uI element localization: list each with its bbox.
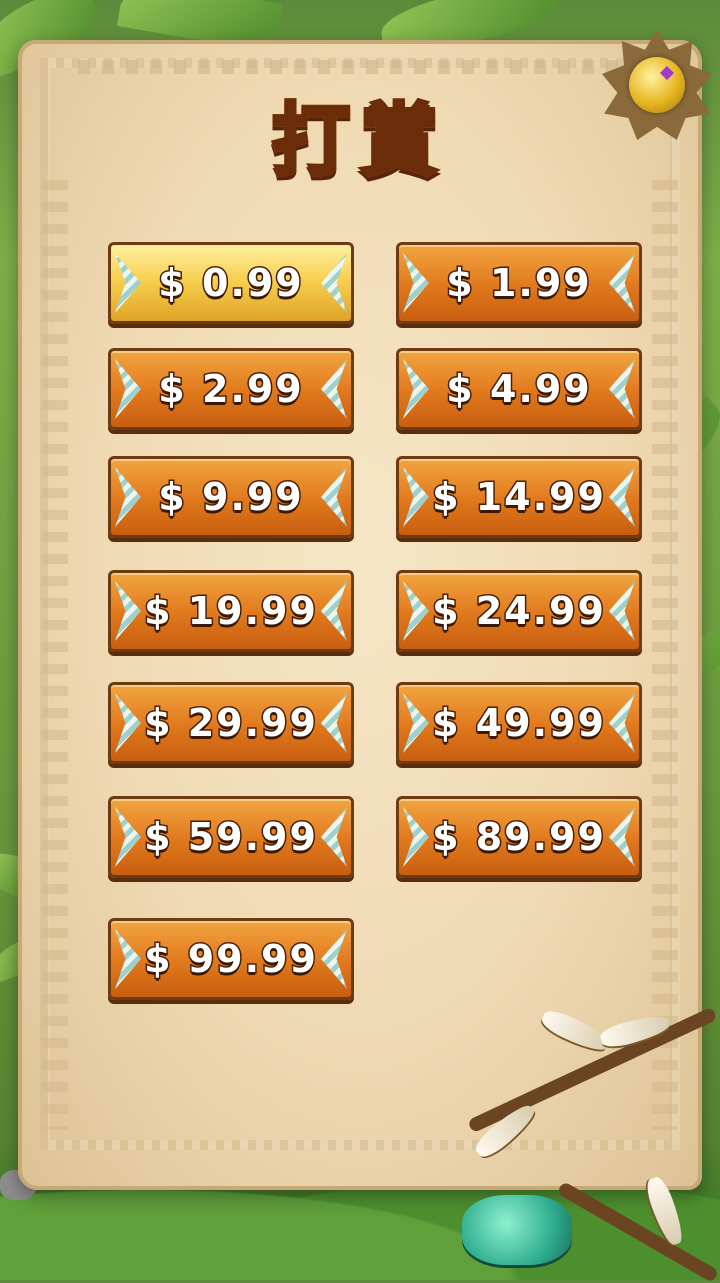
chevron-right-icon (321, 253, 347, 313)
chevron-left-icon (403, 359, 429, 419)
chevron-left-icon (115, 467, 141, 527)
price-button-1-99[interactable]: $ 1.99 (396, 242, 642, 324)
price-label: $ 0.99 (157, 260, 304, 307)
chevron-right-icon (321, 929, 347, 989)
chevron-right-icon (609, 807, 635, 867)
price-button-9-99[interactable]: $ 9.99 (108, 456, 354, 538)
price-label: $ 59.99 (143, 814, 318, 861)
chevron-right-icon (321, 807, 347, 867)
chevron-left-icon (115, 929, 141, 989)
price-button-89-99[interactable]: $ 89.99 (396, 796, 642, 878)
price-label: $ 9.99 (157, 474, 304, 521)
price-button-0-99[interactable]: $ 0.99 (108, 242, 354, 324)
price-label: $ 29.99 (143, 700, 318, 747)
chevron-right-icon (321, 693, 347, 753)
price-button-49-99[interactable]: $ 49.99 (396, 682, 642, 764)
price-button-14-99[interactable]: $ 14.99 (396, 456, 642, 538)
chevron-right-icon (321, 581, 347, 641)
chevron-right-icon (609, 467, 635, 527)
chevron-right-icon (609, 253, 635, 313)
chevron-right-icon (609, 359, 635, 419)
chevron-left-icon (403, 693, 429, 753)
chevron-left-icon (403, 581, 429, 641)
chevron-left-icon (115, 807, 141, 867)
price-button-99-99[interactable]: $ 99.99 (108, 918, 354, 1000)
chevron-left-icon (115, 359, 141, 419)
chevron-left-icon (403, 253, 429, 313)
page-title: 打賞 (0, 78, 720, 190)
price-button-2-99[interactable]: $ 2.99 (108, 348, 354, 430)
chevron-left-icon (115, 253, 141, 313)
chevron-right-icon (321, 467, 347, 527)
price-button-24-99[interactable]: $ 24.99 (396, 570, 642, 652)
price-label: $ 99.99 (143, 936, 318, 983)
price-label: $ 19.99 (143, 588, 318, 635)
chevron-right-icon (609, 581, 635, 641)
price-label: $ 24.99 (431, 588, 606, 635)
chevron-left-icon (115, 581, 141, 641)
chevron-left-icon (403, 467, 429, 527)
chevron-right-icon (609, 693, 635, 753)
price-label: $ 4.99 (445, 366, 592, 413)
price-button-4-99[interactable]: $ 4.99 (396, 348, 642, 430)
price-label: $ 89.99 (431, 814, 606, 861)
chevron-left-icon (403, 807, 429, 867)
price-label: $ 1.99 (445, 260, 592, 307)
teal-stone-amulet-icon (462, 1195, 572, 1265)
price-button-29-99[interactable]: $ 29.99 (108, 682, 354, 764)
price-label: $ 49.99 (431, 700, 606, 747)
price-button-59-99[interactable]: $ 59.99 (108, 796, 354, 878)
price-label: $ 2.99 (157, 366, 304, 413)
price-label: $ 14.99 (431, 474, 606, 521)
price-button-19-99[interactable]: $ 19.99 (108, 570, 354, 652)
chevron-left-icon (115, 693, 141, 753)
chevron-right-icon (321, 359, 347, 419)
